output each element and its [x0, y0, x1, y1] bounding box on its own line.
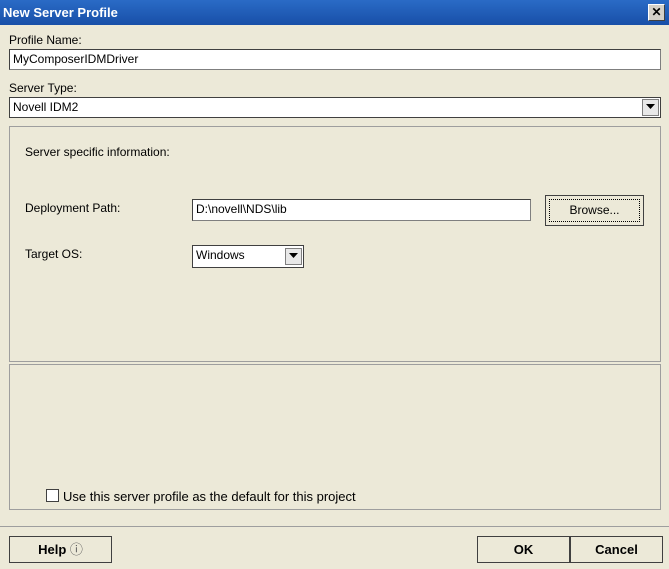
server-specific-panel: Server specific information: Deployment … — [9, 126, 661, 362]
help-icon: ⓘ — [69, 542, 83, 557]
profile-name-input[interactable]: MyComposerIDMDriver — [9, 49, 661, 70]
close-icon[interactable]: ✕ — [648, 4, 665, 21]
server-type-value: Novell IDM2 — [13, 100, 79, 114]
server-specific-heading: Server specific information: — [25, 145, 170, 159]
dialog-title: New Server Profile — [3, 5, 118, 20]
target-os-value: Windows — [196, 248, 245, 262]
help-button-label: Help — [38, 542, 67, 557]
default-profile-checkbox[interactable] — [46, 489, 59, 502]
help-button[interactable]: Help ⓘ — [9, 536, 112, 563]
default-profile-label: Use this server profile as the default f… — [63, 489, 356, 504]
deployment-path-input[interactable]: D:\novell\NDS\lib — [192, 199, 531, 221]
chevron-down-icon[interactable] — [285, 248, 302, 265]
chevron-down-icon[interactable] — [642, 99, 659, 116]
button-bar-divider — [0, 526, 669, 527]
options-panel: Use this server profile as the default f… — [9, 364, 661, 510]
target-os-label: Target OS: — [25, 247, 83, 261]
new-server-profile-dialog: New Server Profile ✕ Profile Name: MyCom… — [0, 0, 669, 569]
browse-button-label: Browse... — [549, 199, 640, 222]
profile-name-label: Profile Name: — [9, 33, 82, 47]
server-type-label: Server Type: — [9, 81, 77, 95]
server-type-dropdown[interactable]: Novell IDM2 — [9, 97, 661, 118]
deployment-path-label: Deployment Path: — [25, 201, 121, 215]
ok-button[interactable]: OK — [477, 536, 570, 563]
target-os-dropdown[interactable]: Windows — [192, 245, 304, 268]
cancel-button[interactable]: Cancel — [570, 536, 663, 563]
title-bar[interactable]: New Server Profile ✕ — [0, 0, 669, 25]
browse-button[interactable]: Browse... — [545, 195, 644, 226]
